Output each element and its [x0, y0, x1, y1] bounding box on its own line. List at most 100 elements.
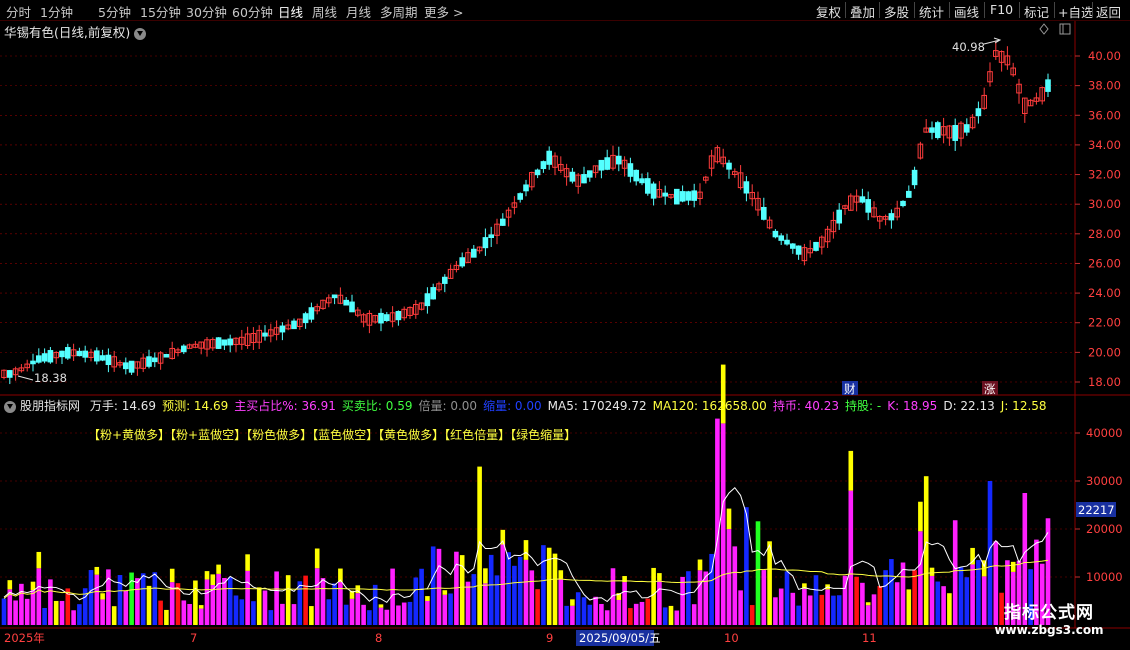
volume-bar [430, 546, 436, 625]
volume-bar-cap [558, 570, 564, 579]
volume-bar [796, 605, 801, 625]
volume-bar-cap [94, 566, 100, 575]
candle-body [598, 159, 605, 171]
volume-bar [726, 529, 732, 625]
price-tick-label: 28.00 [1088, 227, 1121, 241]
volume-bar [274, 571, 279, 625]
volume-bar [877, 585, 883, 625]
price-tick-label: 32.00 [1088, 168, 1121, 182]
price-tick-label: 34.00 [1088, 138, 1121, 152]
candle-body [308, 307, 315, 320]
candle-body [94, 350, 100, 362]
indicator-items: 万手: 14.69 预测: 14.69 主买占比%: 36.91 买卖比: 0.59 倍… [90, 399, 1053, 413]
volume-bar [802, 588, 807, 625]
candle-body [262, 332, 268, 337]
volume-bar [48, 579, 53, 625]
date-label-nov: 11 [862, 631, 877, 645]
candle-body [163, 354, 170, 358]
volume-bar [651, 567, 656, 625]
diamond-icon[interactable] [1039, 23, 1049, 35]
volume-bar [158, 600, 163, 625]
volume-bar [77, 604, 82, 625]
candle-body [691, 190, 698, 201]
volume-bar [952, 520, 958, 625]
candle-body [772, 230, 779, 238]
volume-bar-cap [929, 567, 935, 576]
volume-bar [94, 574, 100, 625]
candle-body [645, 178, 651, 194]
volume-bar-cap [169, 568, 175, 583]
candle-body [964, 124, 970, 133]
volume-bar [923, 476, 929, 625]
volume-bar [819, 594, 825, 625]
volume-bar [720, 423, 726, 625]
volume-bar [436, 548, 442, 625]
candle-body [7, 370, 13, 378]
volume-bar [314, 568, 320, 625]
volume-bar-cap [314, 548, 320, 569]
volume-bar [401, 602, 407, 625]
volume-bar [581, 597, 587, 625]
volume-bar [715, 418, 720, 625]
candle-body [1045, 79, 1051, 92]
volume-bar [396, 605, 401, 625]
volume-bar [239, 599, 245, 625]
candle-body [859, 196, 866, 203]
volume-bar [947, 593, 952, 625]
volume-bar [831, 595, 836, 625]
volume-bar [425, 600, 430, 625]
candle-body [906, 190, 912, 198]
volume-bar [280, 603, 285, 625]
volume-bar [523, 559, 529, 625]
candle-body [279, 325, 286, 333]
volume-bar [407, 601, 413, 625]
volume-bar [668, 605, 674, 625]
volume-tick-label: 20000 [1086, 522, 1123, 536]
candle-body [813, 241, 819, 251]
volume-bar [146, 585, 152, 625]
indicator-item: MA120: 162658.00 [652, 399, 767, 413]
indicator-name[interactable]: 股朋指标网 [20, 399, 80, 413]
volume-bar [413, 577, 419, 625]
volume-bar-cap [442, 590, 448, 595]
volume-bar [912, 570, 917, 625]
volume-bar-cap [848, 450, 854, 491]
candle-body [99, 355, 106, 361]
candlestick-series[interactable] [1, 40, 1051, 385]
candle-body [726, 162, 732, 170]
volume-bar [541, 545, 546, 625]
high-arrow-icon [983, 37, 1002, 45]
candle-body [627, 163, 634, 177]
volume-bar [1, 598, 7, 625]
indicator-dropdown-icon[interactable] [4, 400, 16, 413]
price-axis-ticks: 40.00 38.00 36.00 34.00 32.00 30.00 28.00 26.00… [1075, 49, 1121, 389]
volume-tick-label: 30000 [1086, 474, 1123, 488]
volume-bar [686, 571, 691, 625]
volume-bar [419, 568, 424, 625]
volume-bar-cap [36, 551, 42, 569]
candle-body [662, 192, 669, 197]
date-label-sep: 9 [546, 631, 553, 645]
volume-bar-cap [378, 604, 384, 608]
volume-bar [53, 600, 59, 625]
volume-bar [784, 571, 790, 625]
volume-bar [30, 590, 36, 625]
volume-bar [332, 583, 337, 625]
window-icon[interactable] [1059, 23, 1071, 35]
volume-bar [628, 608, 633, 625]
volume-bar-cap [918, 501, 923, 532]
indicator-item: 预测: 14.69 [162, 399, 229, 413]
volume-bar [483, 583, 488, 625]
candle-body [30, 360, 36, 365]
volume-bar [894, 582, 900, 625]
volume-bar [204, 579, 210, 625]
candle-body [975, 108, 982, 117]
volume-bar [349, 598, 355, 625]
candle-body [65, 347, 71, 359]
chart-canvas: 40.00 38.00 36.00 34.00 32.00 30.00 28.00 26.00… [0, 21, 1130, 646]
low-arrow-icon [17, 375, 34, 381]
volume-bar [291, 604, 297, 625]
candle-body [540, 161, 547, 170]
volume-bar [860, 582, 865, 625]
candle-body [146, 356, 152, 367]
